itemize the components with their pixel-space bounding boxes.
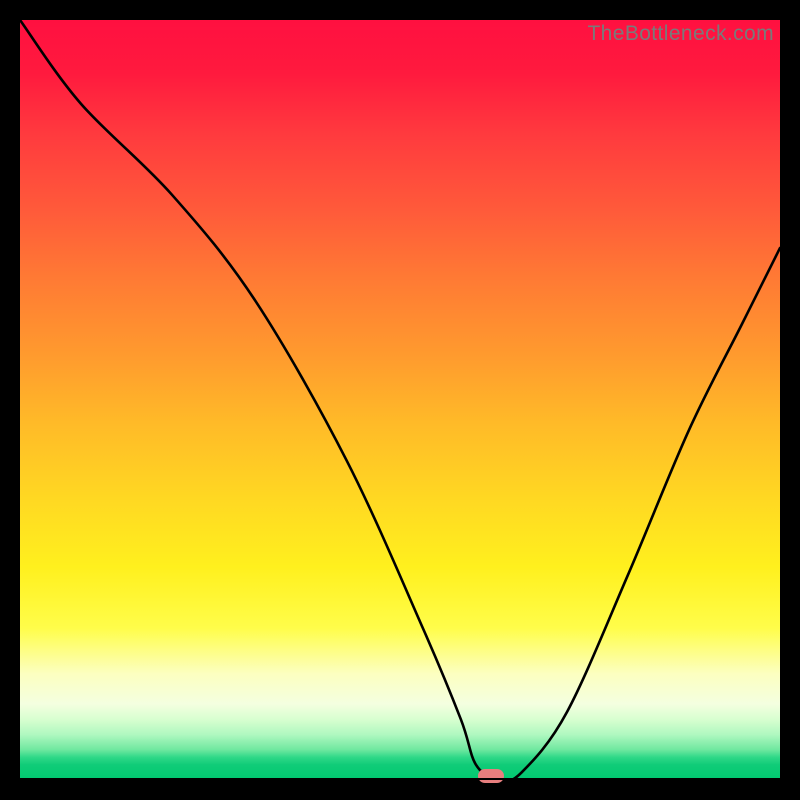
bottleneck-curve xyxy=(20,20,780,780)
chart-frame: TheBottleneck.com xyxy=(0,0,800,800)
plot-area: TheBottleneck.com xyxy=(20,20,780,780)
optimal-point-marker xyxy=(478,769,504,783)
x-axis-line xyxy=(20,778,780,780)
